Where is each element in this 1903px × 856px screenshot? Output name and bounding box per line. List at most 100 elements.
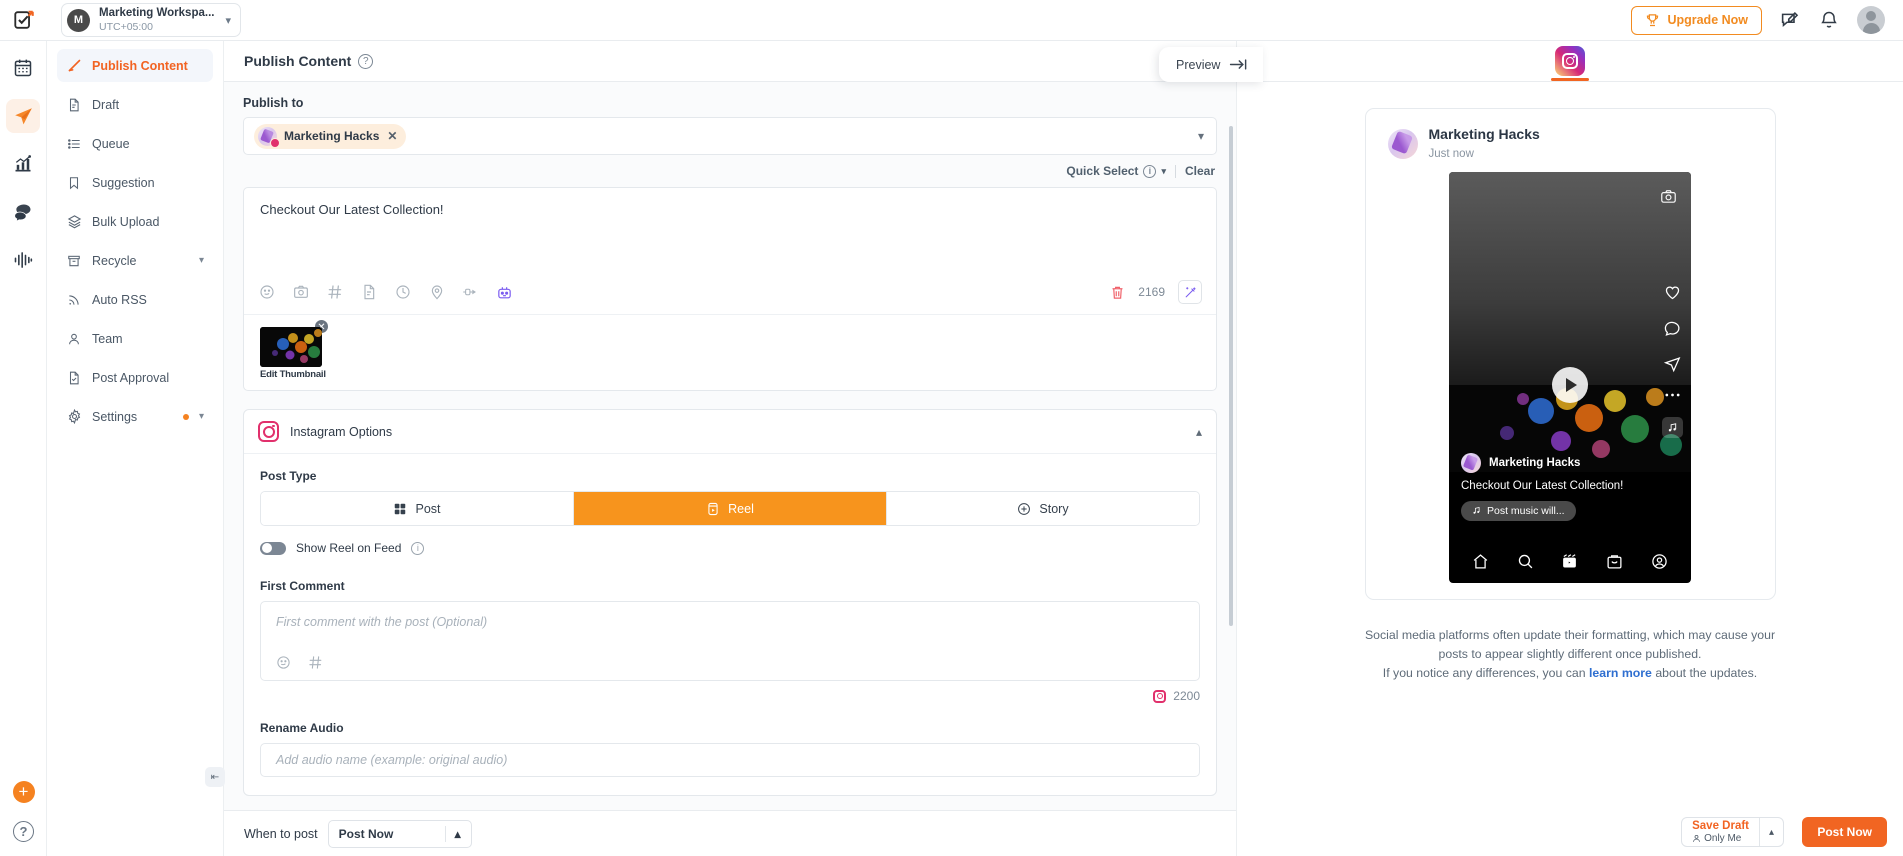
emoji-icon[interactable] bbox=[258, 284, 275, 301]
integrations-plug-icon[interactable] bbox=[462, 284, 479, 301]
post-now-button[interactable]: Post Now bbox=[1802, 817, 1887, 847]
composer-textarea[interactable]: Checkout Our Latest Collection! bbox=[244, 188, 1216, 274]
workspace-avatar: M bbox=[67, 8, 90, 32]
rail-item-tasks[interactable] bbox=[6, 51, 40, 85]
first-comment-box[interactable]: First comment with the post (Optional) bbox=[260, 601, 1200, 681]
upgrade-now-button[interactable]: Upgrade Now bbox=[1631, 5, 1762, 35]
hashtag-icon[interactable] bbox=[326, 284, 343, 301]
rail-item-listening[interactable] bbox=[6, 243, 40, 277]
music-chip[interactable]: Post music will... bbox=[1461, 500, 1576, 521]
play-button[interactable] bbox=[1552, 367, 1588, 404]
user-icon bbox=[66, 331, 82, 347]
sidebar-label: Auto RSS bbox=[92, 292, 147, 307]
show-reel-on-feed-toggle[interactable] bbox=[260, 541, 286, 555]
preview-label: Preview bbox=[1176, 57, 1221, 72]
ai-magic-wand-button[interactable] bbox=[1178, 280, 1202, 304]
media-thumbnail-item[interactable]: ✕ bbox=[260, 319, 329, 380]
chevron-down-icon[interactable]: ▾ bbox=[199, 255, 204, 266]
chevron-down-icon[interactable]: ▾ bbox=[199, 411, 204, 422]
page-title: Publish Content bbox=[244, 53, 352, 69]
preview-tab-bar bbox=[1237, 41, 1903, 82]
first-comment-input[interactable]: First comment with the post (Optional) bbox=[261, 602, 1199, 654]
sidebar-item-auto-rss[interactable]: Auto RSS bbox=[57, 283, 213, 316]
sidebar-item-draft[interactable]: Draft bbox=[57, 88, 213, 121]
profile-icon[interactable] bbox=[1651, 553, 1668, 570]
sidebar-item-recycle[interactable]: Recycle ▾ bbox=[57, 244, 213, 277]
save-draft-button[interactable]: Save Draft Only Me bbox=[1682, 820, 1759, 844]
archive-icon bbox=[66, 253, 82, 269]
add-button[interactable]: + bbox=[12, 781, 35, 803]
workspace-switcher[interactable]: M Marketing Workspa... UTC+05:00 ▾ bbox=[61, 3, 241, 37]
rail-item-analytics[interactable] bbox=[6, 147, 40, 181]
sidebar-item-publish-content[interactable]: Publish Content bbox=[57, 49, 213, 82]
emoji-icon[interactable] bbox=[275, 654, 292, 671]
compose-feedback-icon[interactable] bbox=[1779, 9, 1801, 31]
help-button[interactable]: ? bbox=[13, 821, 34, 842]
instagram-options-title: Instagram Options bbox=[290, 424, 393, 439]
learn-more-link[interactable]: learn more bbox=[1589, 666, 1652, 680]
sidebar-item-queue[interactable]: Queue bbox=[57, 127, 213, 160]
tab-instagram[interactable] bbox=[1555, 46, 1585, 76]
post-type-label-post: Post bbox=[415, 501, 441, 516]
icon-rail: + ? bbox=[0, 41, 47, 856]
quick-select-button[interactable]: Quick Select i ▾ bbox=[1066, 164, 1166, 178]
chevron-up-icon[interactable]: ▴ bbox=[1196, 425, 1202, 439]
ai-assistant-robot-icon[interactable] bbox=[496, 284, 513, 301]
sidebar-item-post-approval[interactable]: Post Approval bbox=[57, 361, 213, 394]
post-type-post[interactable]: Post bbox=[261, 492, 574, 525]
search-icon[interactable] bbox=[1517, 553, 1534, 570]
delete-icon[interactable] bbox=[1110, 285, 1125, 300]
like-heart-icon[interactable] bbox=[1664, 284, 1681, 301]
save-draft-visibility: Only Me bbox=[1692, 833, 1749, 844]
help-icon[interactable]: ? bbox=[358, 53, 374, 69]
save-draft-options-chevron[interactable]: ▴ bbox=[1759, 818, 1783, 846]
location-pin-icon[interactable] bbox=[428, 284, 445, 301]
rename-audio-input[interactable]: Add audio name (example: original audio) bbox=[260, 743, 1200, 777]
share-icon[interactable] bbox=[1664, 356, 1681, 373]
home-icon[interactable] bbox=[1472, 553, 1489, 570]
shop-icon[interactable] bbox=[1606, 553, 1623, 570]
user-avatar[interactable] bbox=[1857, 6, 1885, 34]
center-bottom-bar: When to post Post Now ▴ bbox=[224, 810, 1236, 856]
collapse-sidebar-button[interactable]: ⇤ bbox=[205, 767, 225, 787]
comment-icon[interactable] bbox=[1664, 320, 1681, 337]
audio-thumbnail-icon[interactable] bbox=[1662, 416, 1683, 438]
sidebar-label: Team bbox=[92, 331, 123, 346]
remove-account-icon[interactable]: ✕ bbox=[387, 129, 397, 143]
publish-to-select[interactable]: Marketing Hacks ✕ ▾ bbox=[243, 117, 1217, 155]
schedule-clock-icon[interactable] bbox=[394, 284, 411, 301]
notifications-bell-icon[interactable] bbox=[1818, 9, 1840, 31]
chevron-down-icon[interactable]: ▾ bbox=[1198, 129, 1204, 143]
image-upload-icon[interactable] bbox=[292, 284, 309, 301]
post-type-reel[interactable]: Reel bbox=[574, 492, 887, 525]
clear-button[interactable]: Clear bbox=[1185, 164, 1215, 178]
media-thumbnail[interactable] bbox=[260, 327, 322, 367]
saved-replies-icon[interactable] bbox=[360, 284, 377, 301]
reels-icon[interactable] bbox=[1561, 553, 1578, 570]
settings-notification-dot bbox=[182, 413, 189, 420]
preview-panel: Preview Marketing Hacks Just now Marketi… bbox=[1159, 41, 1903, 856]
when-to-post-select[interactable]: Post Now ▴ bbox=[327, 819, 472, 848]
camera-icon[interactable] bbox=[1660, 188, 1677, 205]
instagram-icon bbox=[1153, 689, 1167, 703]
app-logo-icon[interactable] bbox=[0, 0, 47, 41]
workspace-name: Marketing Workspa... bbox=[99, 7, 215, 20]
rail-item-inbox[interactable] bbox=[6, 195, 40, 229]
info-icon[interactable]: i bbox=[1143, 164, 1157, 178]
sidebar-item-team[interactable]: Team bbox=[57, 322, 213, 355]
info-icon[interactable]: i bbox=[411, 541, 425, 555]
instagram-options-header[interactable]: Instagram Options ▴ bbox=[244, 410, 1216, 454]
more-options-icon[interactable] bbox=[1664, 392, 1681, 398]
preview-toggle-button[interactable]: Preview bbox=[1159, 47, 1264, 82]
sidebar-item-suggestion[interactable]: Suggestion bbox=[57, 166, 213, 199]
save-draft-group: Save Draft Only Me ▴ bbox=[1681, 817, 1784, 847]
content-scrollbar[interactable] bbox=[1229, 126, 1233, 626]
edit-thumbnail-label[interactable]: Edit Thumbnail bbox=[260, 369, 326, 380]
hashtag-icon[interactable] bbox=[307, 654, 324, 671]
post-type-story[interactable]: Story bbox=[887, 492, 1199, 525]
sidebar-item-settings[interactable]: Settings ▾ bbox=[57, 400, 213, 433]
rail-item-publish[interactable] bbox=[6, 99, 40, 133]
account-chip[interactable]: Marketing Hacks ✕ bbox=[254, 123, 407, 149]
sidebar-label: Queue bbox=[92, 136, 130, 151]
sidebar-item-bulk-upload[interactable]: Bulk Upload bbox=[57, 205, 213, 238]
